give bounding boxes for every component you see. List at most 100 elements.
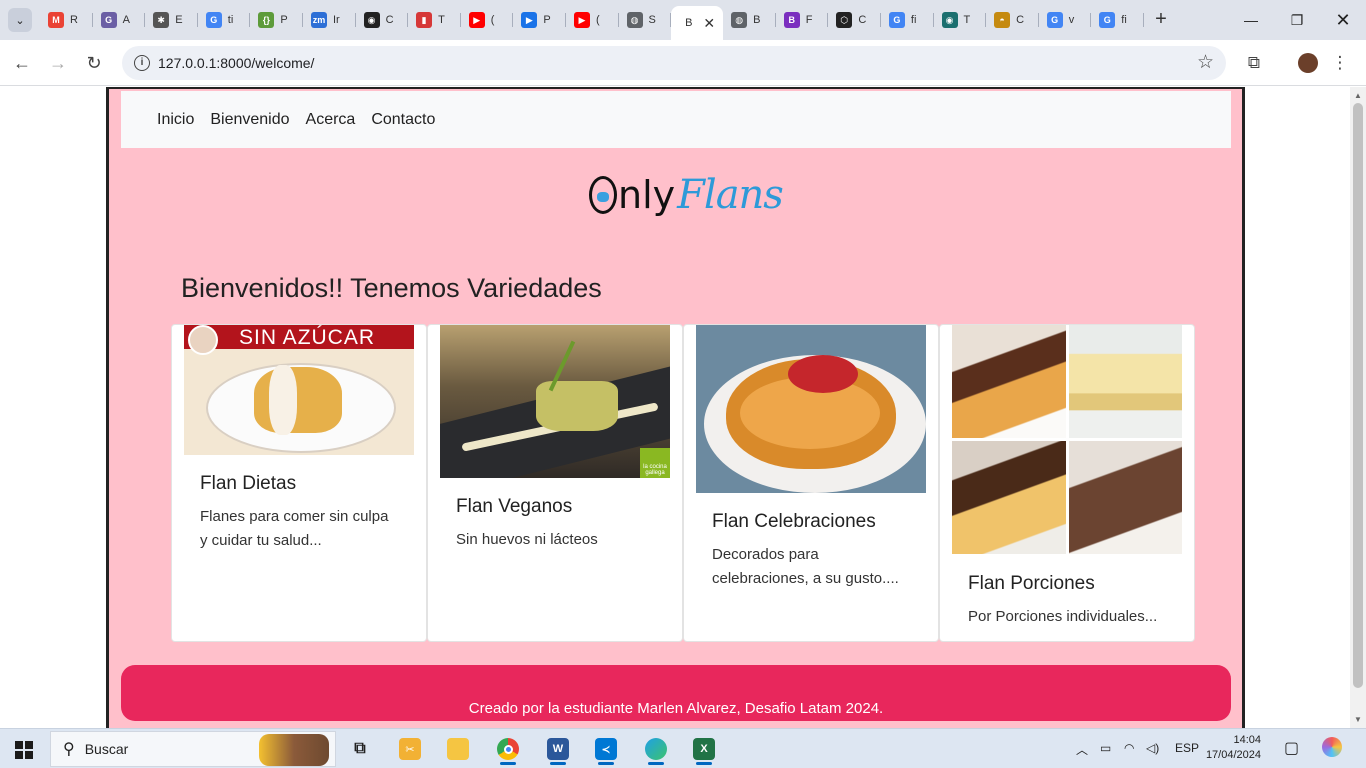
browser-tab[interactable]: Gfi <box>1091 6 1144 34</box>
browser-tab[interactable]: ▶( <box>566 6 619 34</box>
edge-icon[interactable] <box>638 733 674 765</box>
bookmark-star-icon[interactable]: ☆ <box>1197 51 1214 74</box>
tab-title: T <box>438 14 445 26</box>
browser-tab[interactable]: B ✕ <box>671 6 724 40</box>
vscode-icon[interactable]: ≺ <box>588 733 624 765</box>
tab-title: R <box>70 14 78 26</box>
browser-tab[interactable]: ◉ C <box>356 6 409 34</box>
scroll-up-icon[interactable]: ▲ <box>1354 91 1362 100</box>
browser-tab[interactable]: ⬡ C <box>828 6 881 34</box>
browser-tab-strip: ⌄ M R G A ✱ E Gti{} Pzm Ir ◉ C ▮ T ▶(▶ P ▶(◍ S B ✕ ◍ B B F ⬡ C Gf… <box>0 0 1366 40</box>
card-flan-celebraciones: Flan Celebraciones Decorados para celebr… <box>683 324 939 642</box>
forward-button[interactable]: → <box>46 51 70 75</box>
tab-favicon-icon: G <box>888 12 905 28</box>
close-window-button[interactable]: ✕ <box>1328 6 1358 34</box>
reload-button[interactable]: ↻ <box>82 51 106 75</box>
extensions-icon[interactable]: ⧉ <box>1242 51 1266 75</box>
snipping-tool-icon[interactable]: ✂ <box>392 733 428 765</box>
address-bar[interactable]: i 127.0.0.1:8000/welcome/ ☆ <box>122 46 1226 80</box>
site-footer: Creado por la estudiante Marlen Alvarez,… <box>121 665 1231 721</box>
tab-title: C <box>858 14 867 26</box>
tab-favicon-icon: M <box>48 12 64 28</box>
browser-tab[interactable]: MR <box>40 6 93 34</box>
nav-link-inicio[interactable]: Inicio <box>157 111 194 129</box>
chef-avatar <box>188 325 218 355</box>
start-button[interactable] <box>15 741 33 759</box>
page-scrollbar[interactable]: ▲ ▼ <box>1350 87 1366 728</box>
page-title: Bienvenidos!! Tenemos Variedades <box>181 273 602 303</box>
tab-title: ti <box>227 14 234 26</box>
browser-tab[interactable]: ▮ T <box>408 6 461 34</box>
tab-title: fi <box>910 14 917 26</box>
file-explorer-icon[interactable] <box>440 733 476 765</box>
excel-icon[interactable]: X <box>686 733 722 765</box>
browser-tab[interactable]: zm Ir <box>303 6 356 34</box>
tab-favicon-icon: ▮ <box>416 12 433 28</box>
browser-tab[interactable]: ◓ C <box>986 6 1039 34</box>
logo-flan-o-icon <box>589 176 617 214</box>
tab-favicon-icon: B <box>783 12 800 28</box>
back-button[interactable]: ← <box>10 51 34 75</box>
site-info-icon[interactable]: i <box>134 55 150 71</box>
profile-avatar[interactable] <box>1296 51 1320 75</box>
tab-title: S <box>648 14 656 26</box>
browser-tab[interactable]: GA <box>93 6 146 34</box>
nav-link-acerca[interactable]: Acerca <box>306 111 356 129</box>
browser-tab[interactable]: Gfi <box>881 6 934 34</box>
tab-favicon-icon: G <box>1046 12 1063 28</box>
notifications-icon[interactable]: ▢ <box>1284 738 1299 758</box>
tab-title: v <box>1068 14 1075 26</box>
taskbar-search[interactable]: ⚲ Buscar <box>50 731 336 767</box>
tab-favicon-icon: ◍ <box>731 12 748 28</box>
browser-tab[interactable]: Gv <box>1039 6 1092 34</box>
image-badge: la cocina gallega <box>640 448 670 478</box>
chrome-icon[interactable] <box>490 733 526 765</box>
card-title: Flan Dietas <box>200 473 297 494</box>
copilot-icon[interactable] <box>1322 737 1342 757</box>
tab-close-icon[interactable]: ✕ <box>703 15 715 32</box>
tab-title: C <box>385 14 394 26</box>
restore-button[interactable]: ❐ <box>1282 6 1312 34</box>
tab-list: M R G A ✱ E Gti{} Pzm Ir ◉ C ▮ T ▶(▶ P ▶(◍ S B ✕ ◍ B B F ⬡ C Gfi ◉… <box>40 6 1144 40</box>
browser-tab[interactable]: ✱ E <box>145 6 198 34</box>
tab-favicon-icon: ◉ <box>363 12 380 28</box>
clock-date: 17/04/2024 <box>1205 749 1261 761</box>
task-view-icon[interactable]: ⧉ <box>342 733 378 765</box>
tab-title: P <box>280 14 288 26</box>
nav-link-bienvenido[interactable]: Bienvenido <box>210 111 289 129</box>
battery-icon[interactable]: ▭ <box>1100 741 1111 755</box>
flan-porciones-image <box>952 325 1182 555</box>
scroll-down-icon[interactable]: ▼ <box>1354 715 1362 724</box>
browser-tab[interactable]: ◍ B <box>723 6 776 34</box>
browser-tab[interactable]: ◍ S <box>619 6 672 34</box>
minimize-button[interactable]: — <box>1236 6 1266 34</box>
browser-tab[interactable]: ▶( <box>461 6 514 34</box>
browser-menu-icon[interactable]: ⋮ <box>1328 51 1352 75</box>
card-text: Sin huevos ni lácteos <box>456 531 598 548</box>
scrollbar-thumb[interactable] <box>1353 103 1363 688</box>
language-indicator[interactable]: ESP <box>1175 741 1199 755</box>
browser-tab[interactable]: ▶ P <box>513 6 566 34</box>
site-navbar: Inicio Bienvenido Acerca Contacto <box>121 91 1231 148</box>
clock-time: 14:04 <box>1233 734 1261 746</box>
new-tab-button[interactable]: + <box>1150 8 1172 30</box>
url-text[interactable]: 127.0.0.1:8000/welcome/ <box>158 55 314 71</box>
browser-tab[interactable]: Gti <box>198 6 251 34</box>
search-icon: ⚲ <box>63 741 75 758</box>
browser-tab[interactable]: ◉ T <box>934 6 987 34</box>
tray-chevron-icon[interactable]: ︿ <box>1076 741 1088 758</box>
tab-title: ( <box>595 14 600 26</box>
tab-favicon-icon: ▶ <box>468 12 485 28</box>
card-text: Flanes para comer sin culpa y cuidar tu … <box>200 508 389 549</box>
browser-tab[interactable]: BF <box>776 6 829 34</box>
tab-search-chevron-icon[interactable]: ⌄ <box>8 8 32 32</box>
footer-text: Creado por la estudiante Marlen Alvarez,… <box>468 700 884 717</box>
nav-link-contacto[interactable]: Contacto <box>371 111 435 129</box>
clock[interactable]: 14:04 17/04/2024 <box>1205 733 1261 763</box>
tab-favicon-icon: ◓ <box>994 12 1011 28</box>
word-icon[interactable]: W <box>540 733 576 765</box>
volume-icon[interactable]: ◁) <box>1146 741 1159 755</box>
tab-favicon-icon: G <box>1099 12 1116 28</box>
browser-tab[interactable]: {} P <box>250 6 303 34</box>
wifi-icon[interactable]: ◠ <box>1124 741 1134 755</box>
